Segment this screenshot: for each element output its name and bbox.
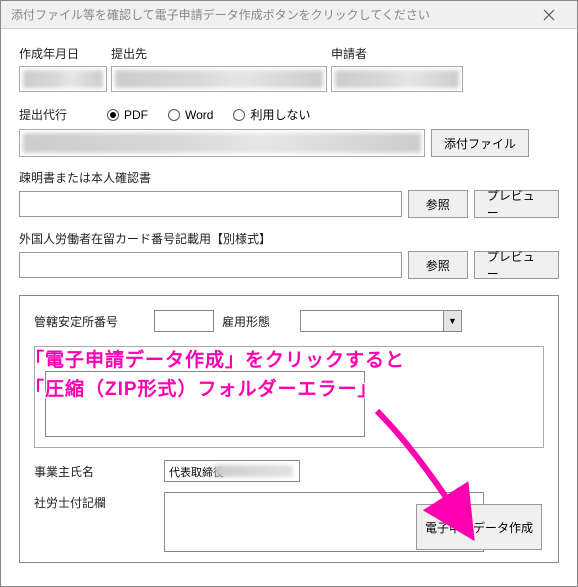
radio-pdf-label: PDF: [124, 108, 148, 122]
submit-button[interactable]: 電子申請データ作成: [416, 504, 542, 550]
section1-label: 疎明書または本人確認書: [19, 169, 559, 186]
header-inputs: [19, 66, 559, 92]
dest-label: 提出先: [111, 45, 331, 62]
radio-pdf[interactable]: PDF: [107, 106, 148, 123]
radio-none-label: 利用しない: [250, 106, 310, 123]
section1-file-input[interactable]: [19, 191, 402, 217]
radio-word[interactable]: Word: [168, 106, 213, 123]
section2-file-input[interactable]: [19, 252, 402, 278]
section1-preview-button[interactable]: プレビュー: [474, 190, 559, 218]
date-label: 作成年月日: [19, 45, 111, 62]
jigyo-row: 事業主氏名 代表取締役: [34, 460, 544, 482]
jigyo-input[interactable]: 代表取締役: [164, 460, 300, 482]
fieldset-area: [34, 346, 544, 448]
koyo-select[interactable]: ▼: [300, 310, 462, 332]
content-area: 作成年月日 提出先 申請者 提出代行 PDF Word 利用しない 添付ファイル: [1, 29, 577, 575]
section2-file-row: 参照 プレビュー: [19, 251, 559, 279]
section2-label: 外国人労働者在留カード番号記載用【別様式】: [19, 230, 559, 247]
section2-preview-button[interactable]: プレビュー: [474, 251, 559, 279]
jigyo-value: 代表取締役: [169, 464, 224, 480]
radio-icon: [233, 109, 245, 121]
inner-panel: 管轄安定所番号 雇用形態 ▼ 事業主氏名 代表取締役 社労士付記欄 電子申請デー…: [19, 295, 559, 563]
radio-none[interactable]: 利用しない: [233, 106, 310, 123]
kanri-input[interactable]: [154, 310, 214, 332]
applicant-label: 申請者: [331, 45, 559, 62]
section1-file-row: 参照 プレビュー: [19, 190, 559, 218]
proxy-radio-group: PDF Word 利用しない: [107, 106, 310, 123]
radio-icon: [107, 109, 119, 121]
radio-icon: [168, 109, 180, 121]
proxy-row: 提出代行 PDF Word 利用しない: [19, 106, 559, 123]
remarks-label: 社労士付記欄: [34, 492, 164, 552]
applicant-input[interactable]: [331, 66, 463, 92]
close-button[interactable]: [529, 2, 569, 28]
attach-file-button[interactable]: 添付ファイル: [431, 129, 529, 157]
jigyo-label: 事業主氏名: [34, 463, 164, 480]
date-input[interactable]: [19, 66, 107, 92]
header-labels: 作成年月日 提出先 申請者: [19, 45, 559, 62]
kanri-row: 管轄安定所番号 雇用形態 ▼: [34, 310, 544, 332]
section2-browse-button[interactable]: 参照: [408, 251, 468, 279]
kanri-label: 管轄安定所番号: [34, 313, 146, 330]
titlebar: 添付ファイル等を確認して電子申請データ作成ボタンをクリックしてください: [1, 1, 577, 29]
dest-input[interactable]: [111, 66, 327, 92]
koyo-label: 雇用形態: [222, 313, 292, 330]
chevron-down-icon: ▼: [443, 311, 461, 331]
radio-word-label: Word: [185, 108, 213, 122]
proxy-path-input[interactable]: [19, 129, 425, 157]
fieldset-textarea[interactable]: [45, 371, 365, 437]
section1-browse-button[interactable]: 参照: [408, 190, 468, 218]
proxy-label: 提出代行: [19, 106, 107, 123]
proxy-input-row: 添付ファイル: [19, 129, 559, 157]
window-title: 添付ファイル等を確認して電子申請データ作成ボタンをクリックしてください: [11, 6, 529, 23]
